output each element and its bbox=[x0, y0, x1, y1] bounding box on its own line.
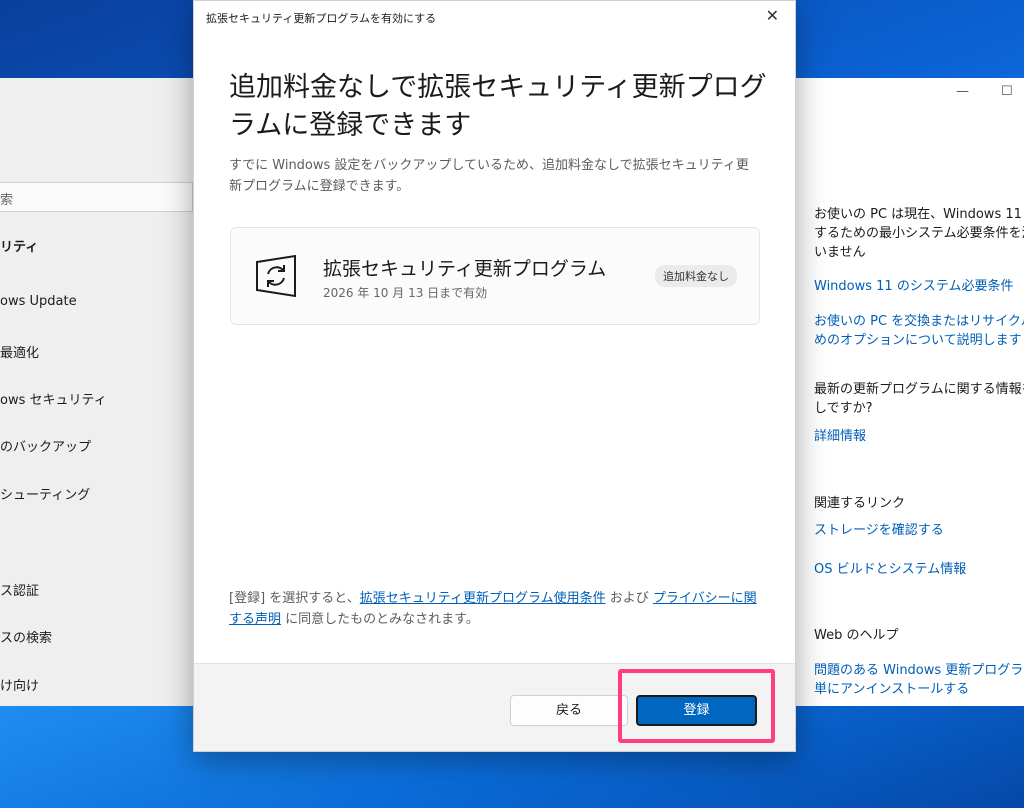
uninstall-update-link-2[interactable]: 単にアンインストールする bbox=[814, 680, 1024, 699]
esu-program-card: 拡張セキュリティ更新プログラム 2026 年 10 月 13 日まで有効 追加料… bbox=[230, 227, 760, 325]
system-requirements-link[interactable]: Windows 11 のシステム必要条件 bbox=[814, 277, 1024, 296]
os-build-link[interactable]: OS ビルドとシステム情報 bbox=[814, 560, 1024, 579]
register-highlight-box bbox=[618, 669, 775, 743]
recycle-pc-link-1[interactable]: お使いの PC を交換またはリサイクルする bbox=[814, 312, 1024, 331]
nav-item-find-device[interactable]: スの検索 bbox=[0, 627, 52, 646]
settings-nav-pane: 索 リティ ows Update 最適化 ows セキュリティ のバックアップ … bbox=[0, 78, 193, 706]
nav-item-optimization[interactable]: 最適化 bbox=[0, 342, 39, 361]
nav-item-windows-security[interactable]: ows セキュリティ bbox=[0, 389, 107, 408]
dialog-heading: 追加料金なしで拡張セキュリティ更新プログラムに登録できます bbox=[229, 72, 767, 141]
pc-status-text-3: いません bbox=[814, 245, 866, 260]
related-links-heading: 関連するリンク bbox=[814, 496, 906, 511]
dialog-titlebar: 拡張セキュリティ更新プログラムを有効にする ✕ bbox=[194, 1, 795, 33]
back-button[interactable]: 戻る bbox=[510, 695, 628, 726]
dialog-description: すでに Windows 設定をバックアップしているため、追加料金なしで拡張セキュ… bbox=[229, 158, 749, 194]
uninstall-update-link-1[interactable]: 問題のある Windows 更新プログラムを bbox=[814, 661, 1024, 680]
pc-status-text-1: お使いの PC は現在、Windows 11 を bbox=[814, 207, 1024, 222]
program-name: 拡張セキュリティ更新プログラム bbox=[323, 258, 607, 280]
close-icon[interactable]: ✕ bbox=[766, 6, 779, 25]
details-link[interactable]: 詳細情報 bbox=[814, 427, 1024, 446]
nav-item-security[interactable]: リティ bbox=[0, 236, 38, 255]
nav-item-troubleshooting[interactable]: シューティング bbox=[0, 484, 90, 503]
minimize-button[interactable]: — bbox=[956, 84, 969, 99]
pc-status-text-2: するための最小システム必要条件を満た bbox=[814, 226, 1024, 241]
update-info-text-2: しですか? bbox=[814, 401, 873, 416]
maximize-button[interactable]: ☐ bbox=[1001, 84, 1013, 99]
program-validity: 2026 年 10 月 13 日まで有効 bbox=[323, 286, 488, 300]
check-storage-link[interactable]: ストレージを確認する bbox=[814, 521, 1024, 540]
terms-prefix: [登録] を選択すると、 bbox=[229, 591, 360, 606]
web-help-heading: Web のヘルプ bbox=[814, 628, 899, 643]
terms-suffix: に同意したものとみなされます。 bbox=[281, 612, 479, 627]
update-info-text-1: 最新の更新プログラムに関する情報をお bbox=[814, 382, 1024, 397]
terms-middle: および bbox=[605, 591, 653, 606]
sync-icon bbox=[256, 254, 296, 298]
dialog-content: 追加料金なしで拡張セキュリティ更新プログラムに登録できます すでに Window… bbox=[194, 33, 795, 663]
dialog-title: 拡張セキュリティ更新プログラムを有効にする bbox=[206, 12, 437, 25]
search-text: 索 bbox=[0, 193, 14, 208]
recycle-pc-link-2[interactable]: めのオプションについて説明します bbox=[814, 331, 1024, 350]
nav-item-developers[interactable]: け向け bbox=[0, 675, 39, 694]
nav-item-backup[interactable]: のバックアップ bbox=[0, 436, 91, 455]
terms-text: [登録] を選択すると、拡張セキュリティ更新プログラム使用条件 および プライバ… bbox=[229, 588, 769, 630]
settings-right-panel: — ☐ お使いの PC は現在、Windows 11 を するための最小システム… bbox=[796, 78, 1024, 706]
no-charge-badge: 追加料金なし bbox=[655, 265, 737, 287]
esu-enroll-dialog: 拡張セキュリティ更新プログラムを有効にする ✕ 追加料金なしで拡張セキュリティ更… bbox=[193, 0, 796, 752]
settings-search-box[interactable]: 索 bbox=[0, 182, 193, 212]
nav-item-windows-update[interactable]: ows Update bbox=[0, 294, 77, 309]
esu-terms-link[interactable]: 拡張セキュリティ更新プログラム使用条件 bbox=[360, 591, 606, 606]
nav-item-activation[interactable]: ス認証 bbox=[0, 580, 39, 599]
